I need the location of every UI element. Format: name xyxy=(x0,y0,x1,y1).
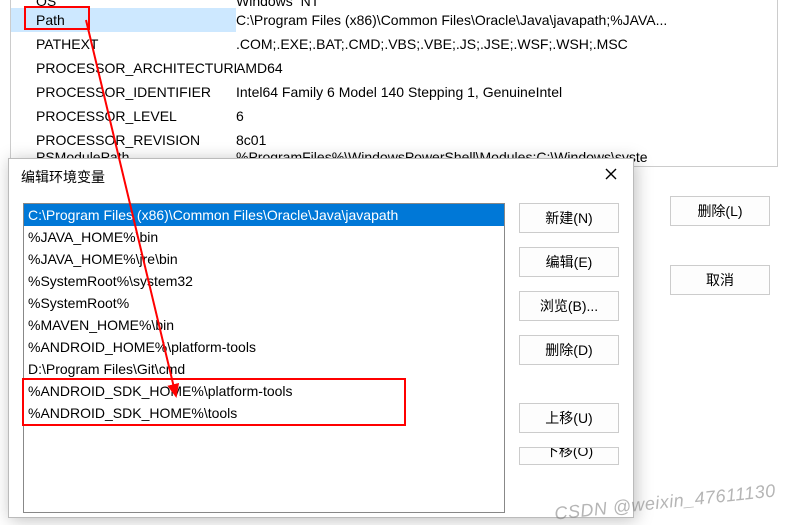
delete-path-button[interactable]: 删除(D) xyxy=(519,335,619,365)
cancel-button[interactable]: 取消 xyxy=(670,265,770,295)
path-list[interactable]: C:\Program Files (x86)\Common Files\Orac… xyxy=(23,203,505,513)
system-variables-panel: OS Windows_NT Path C:\Program Files (x86… xyxy=(10,0,778,167)
path-item[interactable]: C:\Program Files (x86)\Common Files\Orac… xyxy=(24,204,504,226)
dialog-titlebar: 编辑环境变量 xyxy=(9,159,633,195)
env-row[interactable]: PROCESSOR_REVISION 8c01 xyxy=(11,128,777,152)
path-item[interactable]: %MAVEN_HOME%\bin xyxy=(24,314,504,336)
env-row[interactable]: PROCESSOR_ARCHITECTURE AMD64 xyxy=(11,56,777,80)
env-row[interactable]: PATHEXT .COM;.EXE;.BAT;.CMD;.VBS;.VBE;.J… xyxy=(11,32,777,56)
env-value: C:\Program Files (x86)\Common Files\Orac… xyxy=(236,8,777,32)
browse-button[interactable]: 浏览(B)... xyxy=(519,291,619,321)
delete-button[interactable]: 删除(L) xyxy=(670,196,770,226)
path-item[interactable]: %SystemRoot% xyxy=(24,292,504,314)
env-row[interactable]: PROCESSOR_LEVEL 6 xyxy=(11,104,777,128)
dialog-title: 编辑环境变量 xyxy=(21,159,105,195)
new-button[interactable]: 新建(N) xyxy=(519,203,619,233)
path-item[interactable]: %ANDROID_SDK_HOME%\tools xyxy=(24,402,504,424)
edit-env-dialog: 编辑环境变量 C:\Program Files (x86)\Common Fil… xyxy=(8,158,634,518)
path-item[interactable]: %JAVA_HOME%\jre\bin xyxy=(24,248,504,270)
env-row-path[interactable]: Path C:\Program Files (x86)\Common Files… xyxy=(11,8,777,32)
close-icon xyxy=(605,168,617,180)
env-name: Path xyxy=(11,8,236,32)
path-item[interactable]: %JAVA_HOME%\bin xyxy=(24,226,504,248)
edit-button[interactable]: 编辑(E) xyxy=(519,247,619,277)
path-item[interactable]: D:\Program Files\Git\cmd xyxy=(24,358,504,380)
path-item[interactable]: %SystemRoot%\system32 xyxy=(24,270,504,292)
moveup-button[interactable]: 上移(U) xyxy=(519,403,619,433)
env-row[interactable]: PROCESSOR_IDENTIFIER Intel64 Family 6 Mo… xyxy=(11,80,777,104)
path-item[interactable]: %ANDROID_SDK_HOME%\platform-tools xyxy=(24,380,504,402)
close-button[interactable] xyxy=(589,161,633,193)
row-partial: OS Windows_NT xyxy=(11,0,777,8)
path-item[interactable]: %ANDROID_HOME%\platform-tools xyxy=(24,336,504,358)
movedown-button[interactable]: 下移(O) xyxy=(519,447,619,465)
